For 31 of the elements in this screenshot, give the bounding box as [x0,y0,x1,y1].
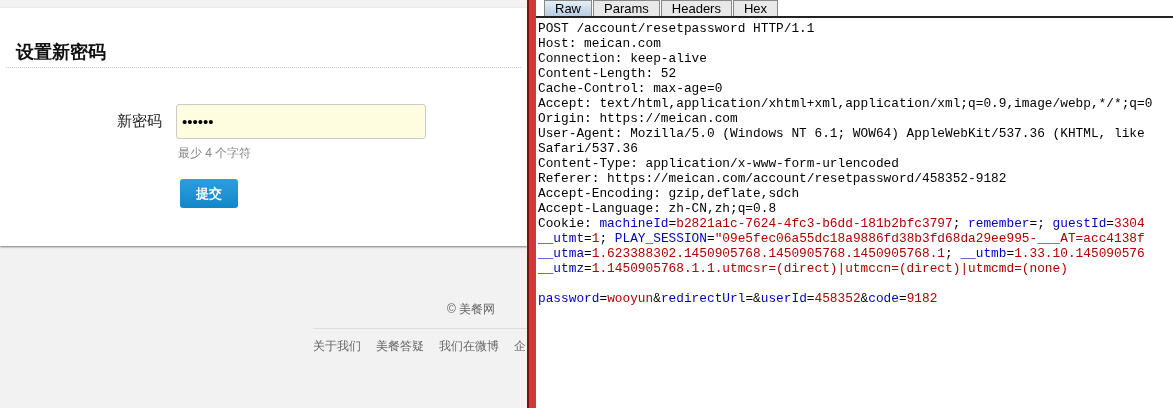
request-line: Accept-Encoding: gzip,deflate,sdch [538,186,800,201]
request-line: password=wooyun&redirectUrl=&userId=458352&code=9182 [538,291,938,306]
copyright-text: © 美餐网 [447,301,496,318]
request-line: __utma=1.623388302.1450905768.1450905768.1450905768.1; __utmb=1.33.10.145090576 [538,246,1145,261]
request-line: __utmz=1.1450905768.1.1.utmcsr=(direct)|utmccn=(direct)|utmcmd=(none) [538,261,1068,276]
tab[interactable]: Params [593,0,660,16]
field-hint: 最少 4 个字符 [178,145,252,162]
footer-link[interactable]: 企 [514,337,526,355]
tab[interactable]: Raw [544,0,592,16]
footer-link[interactable]: 关于我们 [313,337,361,355]
request-line: Content-Type: application/x-www-form-urlencoded [538,156,899,171]
request-line: POST /account/resetpassword HTTP/1.1 [538,21,815,36]
request-line: __utmt=1; PLAY_SESSION="09e5fec06a55dc18a9886fd38b3fd68da29ee995-___AT=acc4138f [538,231,1145,246]
footer-link[interactable]: 美餐答疑 [376,337,424,355]
request-line: Content-Length: 52 [538,66,677,81]
request-line: Host: meican.com [538,36,661,51]
request-line: Connection: keep-alive [538,51,707,66]
request-line: Safari/537.36 [538,141,638,156]
request-line: Origin: https://meican.com [538,111,738,126]
request-line: Referer: https://meican.com/account/resetpassword/458352-9182 [538,171,1007,186]
footer-link[interactable]: 我们在微博 [439,337,499,355]
field-label: 新密码 [116,111,163,132]
request-line: User-Agent: Mozilla/5.0 (Windows NT 6.1; WOW64) AppleWebKit/537.36 (KHTML, like [538,126,1145,141]
page-heading: 设置新密码 [16,40,106,64]
request-line: Cookie: machineId=b2821a1c-7624-4fc3-b6dd-181b2bfc3797; remember=; guestId=3304 [538,216,1145,231]
request-line: Accept: text/html,application/xhtml+xml,application/xml;q=0.9,image/webp,*/*;q=0 [538,96,1153,111]
password-field[interactable]: •••••• [176,104,426,139]
tab[interactable]: Headers [660,0,732,16]
tab[interactable]: Hex [732,0,779,16]
request-line: Accept-Language: zh-CN,zh;q=0.8 [538,201,777,216]
request-line: Cache-Control: max-age=0 [538,81,723,96]
